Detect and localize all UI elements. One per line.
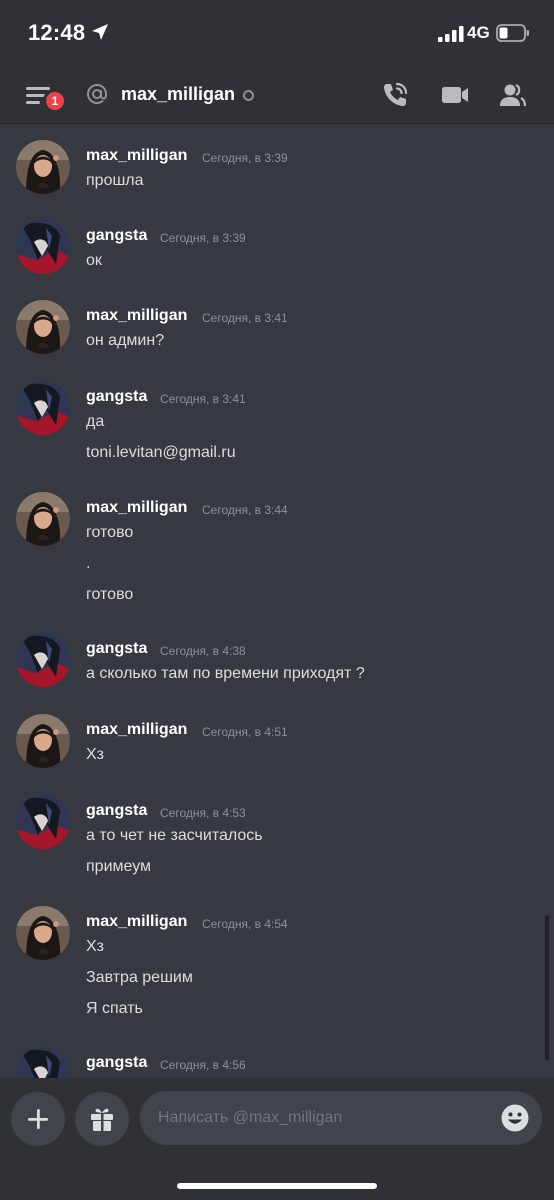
at-icon xyxy=(87,83,107,104)
plus-icon xyxy=(28,1109,48,1129)
message-text: готово xyxy=(86,586,134,603)
avatar[interactable] xyxy=(16,1047,70,1078)
message-timestamp: Сегодня, в 4:38 xyxy=(160,644,246,658)
message-text: toni.levitan@gmail.ru xyxy=(86,444,236,461)
message-text: он админ? xyxy=(86,332,165,349)
network-type: 4G xyxy=(467,23,490,42)
avatar[interactable] xyxy=(16,906,70,960)
message-timestamp: Сегодня, в 3:44 xyxy=(202,503,288,517)
message-author[interactable]: max_milligan xyxy=(86,307,187,325)
phone-icon[interactable] xyxy=(380,80,410,110)
message-list[interactable]: max_milligan Сегодня, в 3:39 прошла gangsta… xyxy=(0,125,554,1078)
avatar[interactable] xyxy=(16,140,70,194)
message-text: Хз xyxy=(86,746,105,763)
emoji-icon[interactable] xyxy=(500,1103,530,1133)
signal-icon xyxy=(438,26,464,42)
battery-icon xyxy=(496,24,529,42)
message-timestamp: Сегодня, в 4:51 xyxy=(202,725,288,739)
message-text: Хз xyxy=(86,938,105,955)
message-text: примеум xyxy=(86,858,152,875)
message-author[interactable]: gangsta xyxy=(86,227,147,245)
message-text: Я спать xyxy=(86,1000,143,1017)
notification-badge: 1 xyxy=(43,89,67,113)
message-timestamp: Сегодня, в 4:56 xyxy=(160,1058,246,1072)
message-text: Завтра решим xyxy=(86,969,193,986)
avatar[interactable] xyxy=(16,492,70,546)
message-author[interactable]: gangsta xyxy=(86,388,147,406)
message-text: . xyxy=(86,555,91,572)
gift-button[interactable] xyxy=(75,1092,129,1146)
message-timestamp: Сегодня, в 3:39 xyxy=(160,231,246,245)
status-offline-icon xyxy=(243,90,254,101)
message-timestamp: Сегодня, в 4:54 xyxy=(202,917,288,931)
home-indicator xyxy=(177,1183,377,1189)
avatar[interactable] xyxy=(16,381,70,435)
channel-name: max_milligan xyxy=(121,84,236,104)
message-text: да xyxy=(86,413,105,430)
message-author[interactable]: gangsta xyxy=(86,802,147,820)
message-author[interactable]: gangsta xyxy=(86,1054,147,1072)
members-icon[interactable] xyxy=(497,80,527,110)
message-timestamp: Сегодня, в 3:41 xyxy=(160,392,246,406)
status-time: 12:48 xyxy=(28,20,86,45)
message-author[interactable]: max_milligan xyxy=(86,499,187,517)
status-bar: 12:48 4G xyxy=(0,0,554,66)
video-icon[interactable] xyxy=(440,80,470,110)
message-author[interactable]: max_milligan xyxy=(86,721,187,739)
avatar[interactable] xyxy=(16,795,70,849)
channel-header: 1 max_milligan xyxy=(0,66,554,124)
message-text: а то чет не засчиталось xyxy=(86,827,263,844)
message-text: а сколько там по времени приходят ? xyxy=(86,665,365,682)
dm-screen: 12:48 4G 1 max_milligan max_milligan Сег… xyxy=(0,0,554,1200)
avatar[interactable] xyxy=(16,300,70,354)
message-text: ок xyxy=(86,252,102,269)
message-text: прошла xyxy=(86,172,144,189)
message-timestamp: Сегодня, в 4:53 xyxy=(160,806,246,820)
gift-icon xyxy=(91,1108,113,1131)
avatar[interactable] xyxy=(16,633,70,687)
top-bar: 12:48 4G 1 max_milligan xyxy=(0,0,554,124)
message-timestamp: Сегодня, в 3:41 xyxy=(202,311,288,325)
avatar[interactable] xyxy=(16,220,70,274)
location-arrow-icon xyxy=(92,24,108,40)
message-timestamp: Сегодня, в 3:39 xyxy=(202,151,288,165)
scrollbar[interactable] xyxy=(545,915,549,1060)
message-text: готово xyxy=(86,524,134,541)
message-author[interactable]: max_milligan xyxy=(86,913,187,931)
add-attachment-button[interactable] xyxy=(11,1092,65,1146)
message-input[interactable] xyxy=(140,1091,542,1145)
message-author[interactable]: gangsta xyxy=(86,640,147,658)
avatar[interactable] xyxy=(16,714,70,768)
message-author[interactable]: max_milligan xyxy=(86,147,187,165)
message-composer xyxy=(0,1078,554,1200)
